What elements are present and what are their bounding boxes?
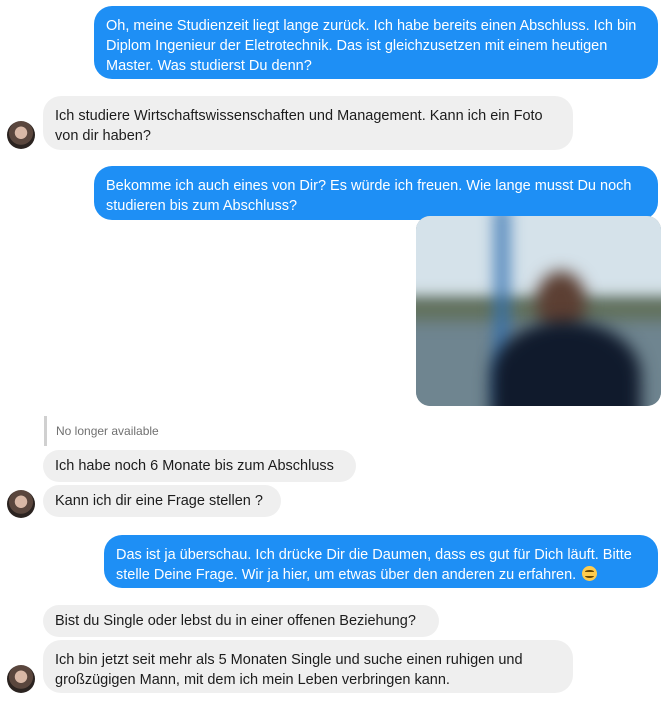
incoming-message[interactable]: Ich habe noch 6 Monate bis zum Abschluss [43, 450, 356, 482]
message-text: Kann ich dir eine Frage stellen ? [55, 493, 263, 509]
incoming-message[interactable]: Ich studiere Wirtschaftswissenschaften u… [43, 96, 573, 150]
outgoing-message[interactable]: Oh, meine Studienzeit liegt lange zurück… [94, 6, 658, 79]
message-text: Das ist ja überschau. Ich drücke Dir die… [116, 547, 632, 583]
incoming-message[interactable]: Ich bin jetzt seit mehr als 5 Monaten Si… [43, 640, 573, 693]
message-text: Bekomme ich auch eines von Dir? Es würde… [106, 178, 632, 214]
outgoing-message[interactable]: Das ist ja überschau. Ich drücke Dir die… [104, 535, 658, 588]
incoming-message[interactable]: Kann ich dir eine Frage stellen ? [43, 485, 281, 517]
outgoing-message[interactable]: Bekomme ich auch eines von Dir? Es würde… [94, 166, 658, 220]
message-text: Bist du Single oder lebst du in einer of… [55, 613, 416, 629]
incoming-message[interactable]: Bist du Single oder lebst du in einer of… [43, 605, 439, 637]
photo-attachment[interactable] [416, 216, 661, 406]
message-text: Ich studiere Wirtschaftswissenschaften u… [55, 108, 543, 144]
message-text: Oh, meine Studienzeit liegt lange zurück… [106, 18, 637, 74]
contact-avatar[interactable] [7, 490, 35, 518]
contact-avatar[interactable] [7, 665, 35, 693]
reply-quote-note: No longer available [44, 416, 159, 446]
message-text: Ich bin jetzt seit mehr als 5 Monaten Si… [55, 652, 523, 688]
contact-avatar[interactable] [7, 121, 35, 149]
reply-note-text: No longer available [56, 424, 159, 438]
smiling-face-emoji-icon [582, 566, 598, 581]
message-text: Ich habe noch 6 Monate bis zum Abschluss [55, 458, 334, 474]
